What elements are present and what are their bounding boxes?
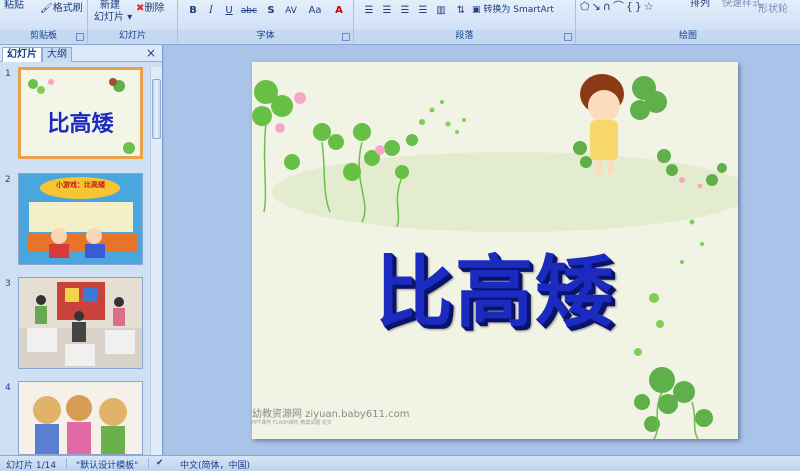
status-divider bbox=[66, 458, 67, 469]
drawing-group-label: 绘图 bbox=[576, 30, 800, 42]
thumb-3-photo bbox=[19, 278, 142, 368]
status-divider bbox=[148, 458, 149, 469]
tab-slides[interactable]: 幻灯片 bbox=[2, 47, 42, 62]
new-slide-button[interactable]: 幻灯片 ▾ bbox=[94, 12, 132, 24]
slide-thumbnail-2[interactable]: 小游戏：比高矮 bbox=[18, 173, 143, 265]
new-slide-label-1[interactable]: 新建 bbox=[100, 0, 120, 12]
clipboard-group: 粘贴 🖌格式刷 剪贴板 bbox=[0, 0, 88, 44]
ribbon: 粘贴 🖌格式刷 剪贴板 新建 幻灯片 ▾ ✖删除 幻灯片 B I U abc S… bbox=[0, 0, 800, 45]
thumb-4-picture bbox=[19, 382, 142, 454]
watermark-subtext: PPT课件 FLASH课件 教案试题 论文 bbox=[252, 420, 332, 426]
tab-outline[interactable]: 大纲 bbox=[42, 47, 72, 62]
slides-pane: 幻灯片 大纲 × 1 比高矮 2 小游戏：比高矮 3 4 bbox=[0, 45, 163, 455]
paragraph-group: ☰ ☰ ☰ ☰ ▥ ⇅ ▣ 转换为 SmartArt 段落 bbox=[354, 0, 576, 44]
format-painter-icon: 🖌 bbox=[40, 3, 53, 14]
thumbnail-scrollbar[interactable] bbox=[150, 67, 162, 455]
thumb-number: 2 bbox=[5, 175, 11, 185]
thumb-2-title: 小游戏：比高矮 bbox=[56, 181, 105, 189]
shapes-gallery[interactable]: ⬠↘∩⌒{}☆ bbox=[580, 1, 656, 13]
italic-button[interactable]: I bbox=[202, 3, 220, 19]
arrange-button[interactable]: 排列 bbox=[690, 0, 710, 10]
slides-group-label: 幻灯片 bbox=[88, 30, 177, 42]
bold-button[interactable]: B bbox=[184, 3, 202, 19]
pane-tabs: 幻灯片 大纲 × bbox=[0, 45, 162, 62]
strikethrough-button[interactable]: abc bbox=[238, 3, 260, 19]
chevron-down-icon: ▾ bbox=[127, 12, 133, 23]
text-direction-icon[interactable]: ⇅ bbox=[452, 3, 470, 19]
design-template-name[interactable]: "默认设计模板" bbox=[76, 458, 138, 471]
align-left-icon[interactable]: ☰ bbox=[360, 3, 378, 19]
convert-smartart-button[interactable]: ▣ 转换为 SmartArt bbox=[472, 4, 554, 16]
language-indicator[interactable]: 中文(简体，中国) bbox=[180, 458, 250, 471]
slide-editing-area: 比高矮 幼教资源网 ziyuan.baby611.com PPT课件 FLASH… bbox=[164, 45, 800, 455]
thumb-number: 1 bbox=[5, 69, 11, 79]
change-case-button[interactable]: Aa bbox=[304, 3, 326, 19]
smartart-icon: ▣ bbox=[472, 5, 481, 15]
font-group: B I U abc S AV Aa A 字体 bbox=[178, 0, 354, 44]
drawing-group: ⬠↘∩⌒{}☆ 排列 快速样式 形状轮 绘图 bbox=[576, 0, 800, 44]
font-group-label: 字体 bbox=[178, 30, 353, 42]
quick-styles-button[interactable]: 快速样式 bbox=[722, 0, 762, 10]
slide-thumbnail-4[interactable] bbox=[18, 381, 143, 455]
align-right-icon[interactable]: ☰ bbox=[396, 3, 414, 19]
slide-counter: 幻灯片 1/14 bbox=[6, 461, 57, 471]
paragraph-group-label: 段落 bbox=[354, 30, 575, 42]
shadow-button[interactable]: S bbox=[262, 3, 280, 19]
thumb-number: 4 bbox=[5, 383, 11, 393]
clipboard-launcher-icon[interactable] bbox=[76, 33, 84, 41]
slide-title[interactable]: 比高矮 bbox=[252, 230, 738, 342]
shape-outline-button[interactable]: 形状轮 bbox=[758, 4, 788, 16]
shape-icon: ⬠↘∩⌒{}☆ bbox=[580, 0, 656, 13]
thumb-number: 3 bbox=[5, 279, 11, 289]
align-center-icon[interactable]: ☰ bbox=[378, 3, 396, 19]
delete-slide-button[interactable]: ✖删除 bbox=[136, 3, 164, 15]
thumb-1-title: 比高矮 bbox=[47, 112, 114, 137]
close-pane-icon[interactable]: × bbox=[146, 46, 156, 60]
format-painter-button[interactable]: 🖌格式刷 bbox=[40, 3, 83, 15]
paste-button[interactable]: 粘贴 bbox=[4, 0, 24, 12]
font-launcher-icon[interactable] bbox=[342, 33, 350, 41]
status-bar: 幻灯片 1/14 "默认设计模板" ✔ 中文(简体，中国) bbox=[0, 455, 800, 471]
char-spacing-button[interactable]: AV bbox=[280, 3, 302, 19]
clipboard-group-label: 剪贴板 bbox=[0, 30, 87, 42]
justify-icon[interactable]: ☰ bbox=[414, 3, 432, 19]
slide-thumbnail-1[interactable]: 比高矮 bbox=[18, 67, 143, 159]
font-color-icon[interactable]: A bbox=[330, 3, 348, 19]
scrollbar-thumb[interactable] bbox=[152, 79, 161, 139]
spell-check-icon[interactable]: ✔ bbox=[156, 458, 164, 468]
underline-button[interactable]: U bbox=[220, 3, 238, 19]
slide-thumbnail-3[interactable] bbox=[18, 277, 143, 369]
current-slide[interactable]: 比高矮 幼教资源网 ziyuan.baby611.com PPT课件 FLASH… bbox=[252, 62, 738, 439]
paragraph-launcher-icon[interactable] bbox=[564, 33, 572, 41]
watermark-text: 幼教资源网 ziyuan.baby611.com bbox=[252, 409, 410, 420]
slides-group: 新建 幻灯片 ▾ ✖删除 幻灯片 bbox=[88, 0, 178, 44]
columns-icon[interactable]: ▥ bbox=[432, 3, 450, 19]
